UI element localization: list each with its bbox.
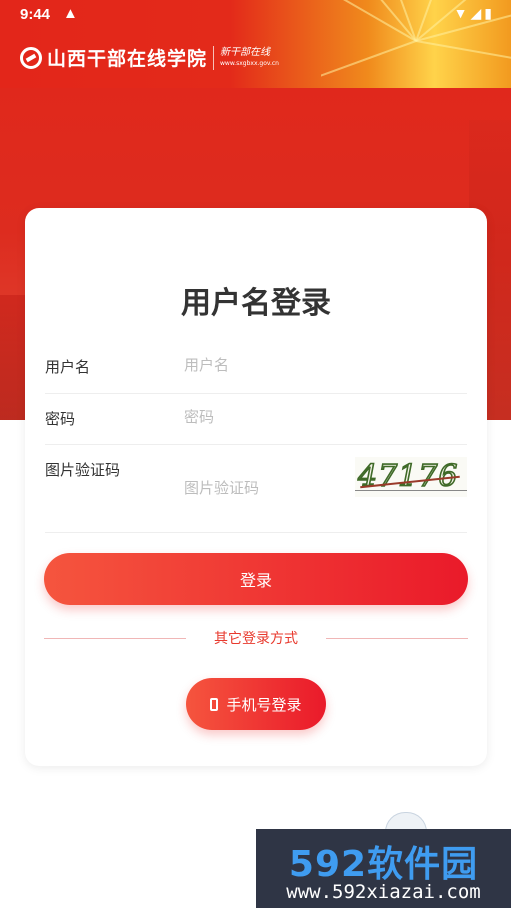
username-row: 用户名: [45, 343, 467, 394]
divider-line-right: [326, 638, 468, 639]
captcha-noise-line: [355, 490, 467, 491]
captcha-label: 图片验证码: [45, 461, 121, 479]
phone-icon: [210, 697, 219, 711]
logo-divider: [213, 45, 215, 70]
logo-slogan-block: 新干部在线 www.sxgbxx.gov.cn: [220, 48, 279, 67]
status-time: 9:44: [20, 6, 51, 23]
phone-login-button[interactable]: 手机号登录: [186, 678, 326, 730]
warning-triangle-icon: ▲: [63, 5, 78, 22]
status-icons: ▼◢▮: [453, 5, 495, 21]
phone-login-label: 手机号登录: [226, 695, 302, 714]
username-label: 用户名: [45, 358, 91, 376]
password-input[interactable]: [184, 408, 354, 426]
captcha-input[interactable]: [184, 479, 334, 497]
status-bar: 9:44 ▲ ▼◢▮: [0, 0, 511, 30]
watermark-brand: 592软件园: [288, 844, 479, 885]
watermark-banner: 592软件园 www.592xiazai.com: [256, 829, 511, 908]
site-name: 山西干部在线学院: [47, 48, 208, 70]
password-row: 密码: [45, 394, 467, 445]
site-logo: 山西干部在线学院 新干部在线 www.sxgbxx.gov.cn: [20, 44, 279, 71]
username-input[interactable]: [184, 356, 354, 374]
logo-emblem-icon: [20, 46, 42, 69]
login-button[interactable]: 登录: [44, 553, 468, 605]
password-label: 密码: [45, 410, 76, 428]
watermark-url: www.592xiazai.com: [286, 881, 481, 903]
captcha-image[interactable]: 47176: [355, 457, 467, 497]
login-title: 用户名登录: [181, 286, 331, 321]
captcha-row: 图片验证码 47176: [45, 445, 467, 533]
logo-url: www.sxgbxx.gov.cn: [220, 60, 279, 67]
logo-slogan: 新干部在线: [220, 47, 271, 58]
other-login-divider: 其它登录方式: [44, 628, 468, 648]
login-card: 用户名登录 用户名 密码 图片验证码 47176 登录 其它登录方式 手机号登录: [25, 208, 487, 766]
